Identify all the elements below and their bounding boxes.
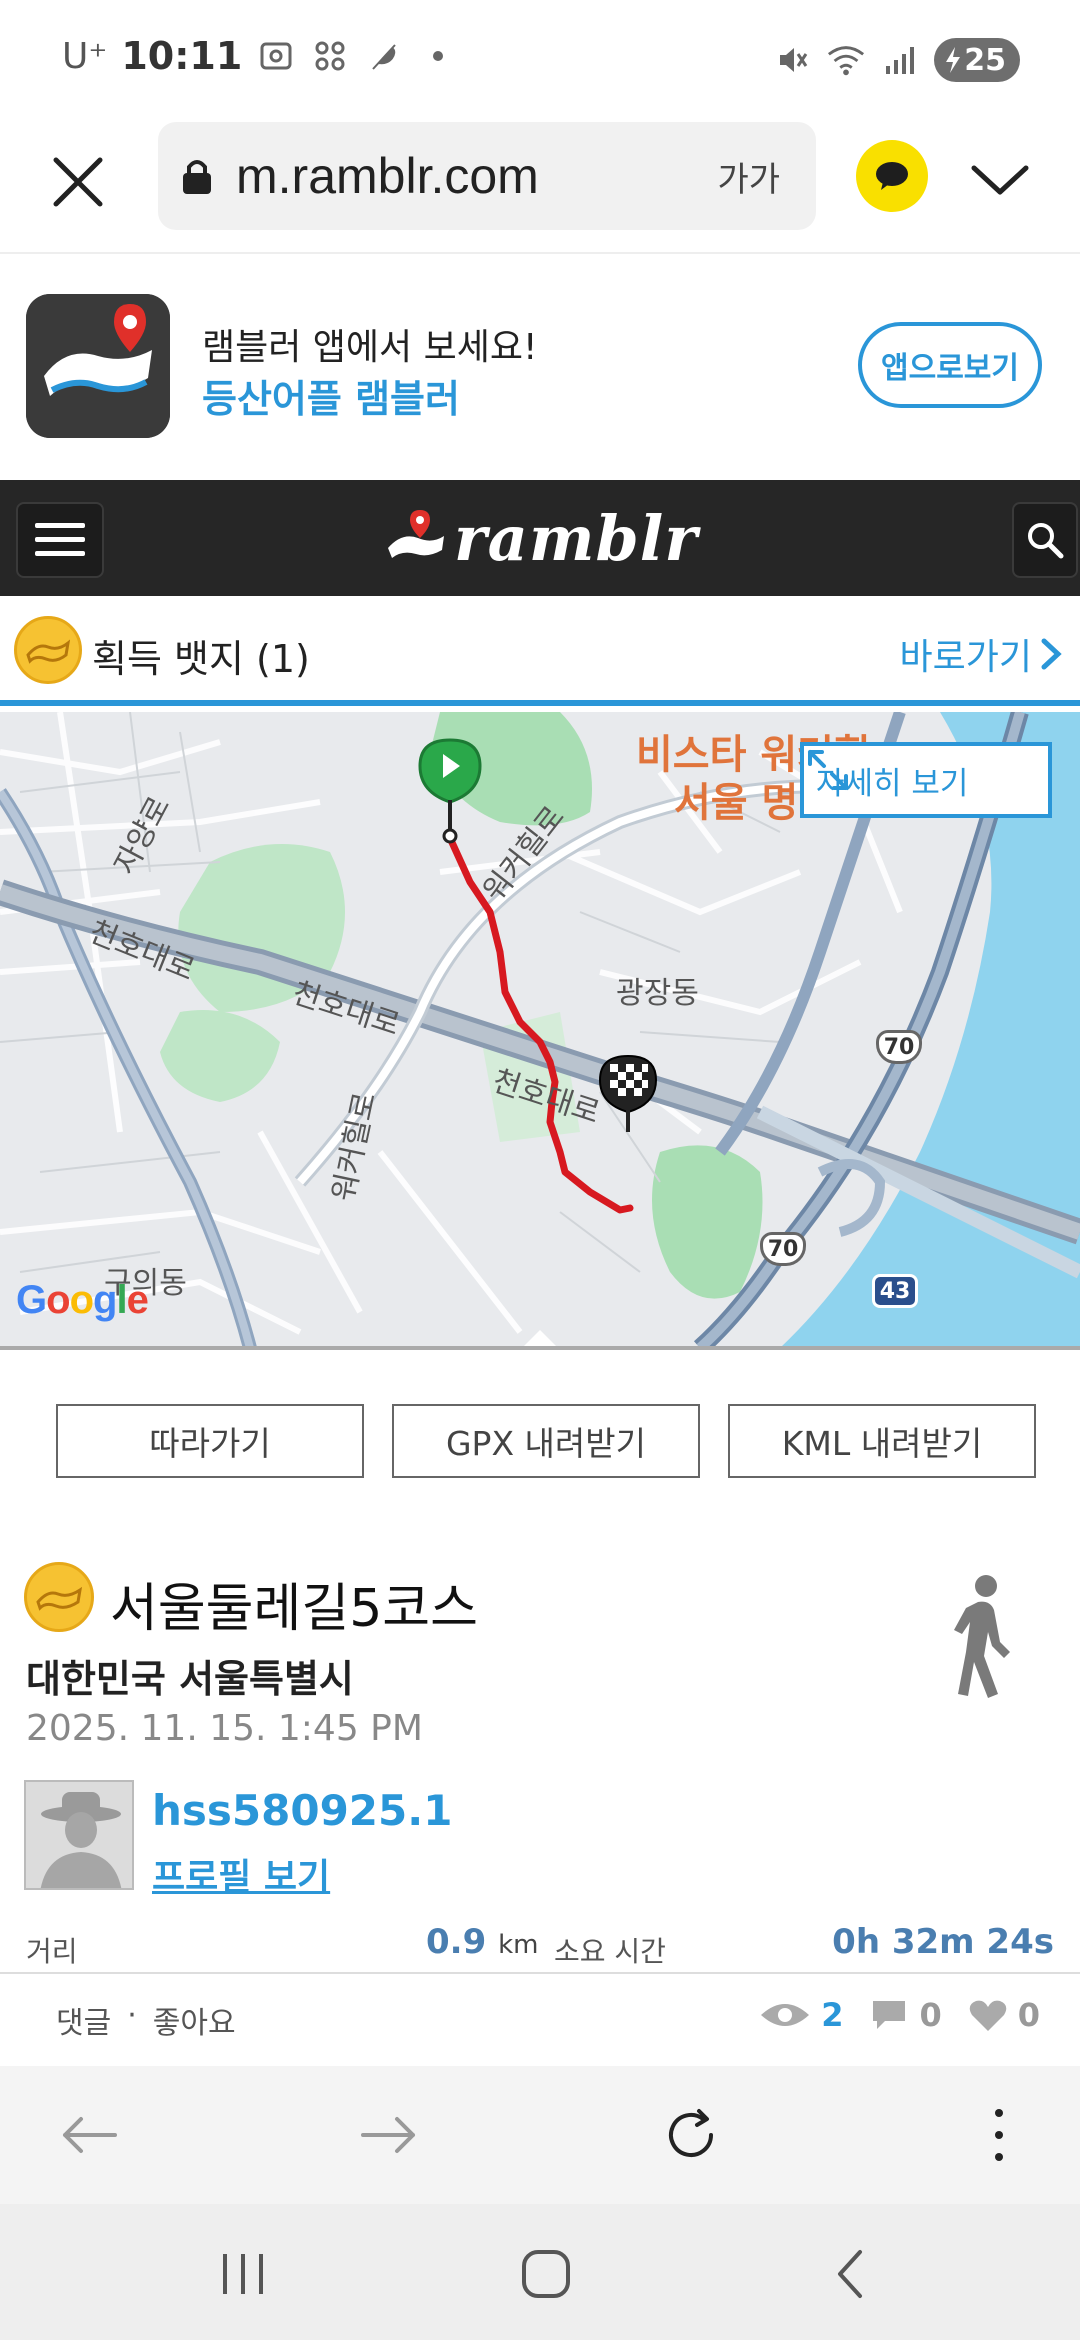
trip-info: 서울둘레길5코스 대한민국 서울특별시 2025. 11. 15. 1:45 P… (0, 1532, 1080, 1972)
feather-icon (364, 36, 404, 76)
route-map[interactable]: 비스타 워커힐 서울 명 자양로 천호대로 천호대로 천호대로 워커힐로 워커힐… (0, 712, 1080, 1348)
forward-button[interactable] (354, 2100, 424, 2170)
home-button[interactable] (516, 2244, 576, 2304)
map-area-label: 광장동 (616, 976, 699, 1011)
kml-download-button[interactable]: KML 내려받기 (728, 1404, 1036, 1478)
route-shield: 70 (876, 1030, 922, 1064)
chevron-right-icon (1041, 638, 1062, 670)
route-shield: 43 (872, 1274, 918, 1308)
badge-shortcut-label: 바로가기 (899, 637, 1032, 678)
comment-count: 0 (919, 1996, 942, 2034)
trip-location: 대한민국 서울특별시 (26, 1657, 354, 1701)
walking-icon (954, 1575, 1010, 1698)
promo-subtitle: 등산어플 램블러 (202, 377, 460, 421)
ramblr-app-icon (26, 294, 170, 438)
battery-level: 25 (964, 42, 1006, 78)
system-back-button[interactable] (820, 2244, 880, 2304)
arrow-left-icon (63, 2117, 117, 2153)
kakao-talk-button[interactable] (856, 140, 928, 212)
route-shield: 70 (760, 1232, 806, 1266)
battery-indicator: 25 (934, 38, 1020, 82)
map-detail-button[interactable]: 자세히 보기 (800, 742, 1052, 818)
distance-value: 0.9 km (426, 1922, 538, 1962)
follow-button[interactable]: 따라가기 (56, 1404, 364, 1478)
like-count: 0 (1017, 1996, 1040, 2034)
system-nav-bar (0, 2204, 1080, 2340)
badge-row: 획득 뱃지 (1) 바로가기 (0, 598, 1080, 706)
clock: 10:11 (121, 34, 243, 78)
site-header: ramblr (0, 480, 1080, 596)
address-bar[interactable]: m.ramblr.com 가가 (158, 122, 816, 230)
search-button[interactable] (1012, 502, 1078, 578)
heart-icon[interactable] (968, 1997, 1008, 2033)
eye-icon (761, 2004, 810, 2026)
comment-icon (873, 2001, 906, 2029)
browser-nav-bar (0, 2066, 1080, 2204)
close-tab-button[interactable] (46, 150, 110, 214)
signal-icon (880, 40, 920, 80)
badge-shortcut-link[interactable]: 바로가기 (900, 628, 1062, 680)
recent-apps-icon (223, 2254, 263, 2294)
map-poi-label: 서울 명 (674, 780, 799, 826)
logo-text: ramblr (454, 501, 699, 575)
ramblr-logo-icon (388, 510, 444, 558)
distance-label: 거리 (26, 1935, 78, 1968)
notification-dot-icon (418, 36, 458, 76)
arrow-right-icon (361, 2117, 415, 2153)
expand-toolbar-button[interactable] (968, 148, 1032, 212)
trip-title: 서울둘레길5코스 (110, 1579, 478, 1639)
expand-arrows-icon (808, 750, 848, 790)
mute-icon (772, 40, 812, 80)
promo-title: 램블러 앱에서 보세요! (202, 327, 538, 368)
recent-apps-button[interactable] (214, 2244, 274, 2304)
distance-number: 0.9 (426, 1922, 487, 1962)
hamburger-icon (35, 523, 85, 556)
carrier-label: U⁺ (62, 35, 108, 77)
url-text: m.ramblr.com (236, 148, 539, 204)
status-bar: U⁺ 10:11 25 (0, 0, 1080, 120)
reload-button[interactable] (656, 2100, 726, 2170)
browser-toolbar: m.ramblr.com 가가 (0, 120, 1080, 254)
social-bar: 댓글 · 좋아요 2 0 0 (0, 1972, 1080, 2066)
charging-icon (946, 47, 961, 73)
separator: · (127, 1998, 137, 2033)
close-icon (53, 157, 103, 207)
app-grid-icon (310, 36, 350, 76)
google-logo: Google (16, 1278, 149, 1322)
trip-badge-icon (24, 1562, 94, 1632)
badge-count-label: 획득 뱃지 (1) (92, 637, 310, 681)
user-avatar[interactable] (24, 1780, 134, 1890)
download-actions: 따라가기 GPX 내려받기 KML 내려받기 (0, 1350, 1080, 1532)
chat-bubble-icon (876, 162, 908, 190)
comments-tab[interactable]: 댓글 (56, 1998, 111, 2042)
search-icon (1028, 523, 1064, 559)
back-chevron-icon (838, 2250, 862, 2298)
view-count: 2 (821, 1996, 844, 2034)
menu-button[interactable] (16, 502, 104, 578)
duration-value: 0h 32m 24s (832, 1922, 1054, 1962)
site-logo[interactable]: ramblr (384, 498, 698, 578)
more-vertical-icon (995, 2109, 1003, 2161)
app-promo-banner: 램블러 앱에서 보세요! 등산어플 램블러 앱으로보기 (0, 256, 1080, 480)
duration-label: 소요 시간 (554, 1935, 666, 1968)
text-size-button[interactable]: 가가 (717, 152, 780, 201)
chevron-down-icon (971, 165, 1029, 195)
profile-link[interactable]: 프로필 보기 (152, 1848, 330, 1900)
badge-medal-icon (14, 616, 82, 684)
distance-unit: km (498, 1930, 539, 1960)
likes-tab[interactable]: 좋아요 (153, 1998, 236, 2042)
open-in-app-button[interactable]: 앱으로보기 (858, 322, 1042, 408)
gpx-download-button[interactable]: GPX 내려받기 (392, 1404, 700, 1478)
username-link[interactable]: hss580925.1 (152, 1786, 452, 1835)
trip-date: 2025. 11. 15. 1:45 PM (26, 1708, 423, 1749)
more-options-button[interactable] (964, 2100, 1034, 2170)
wifi-icon (826, 40, 866, 80)
lock-icon (183, 160, 211, 194)
screenshot-icon (256, 36, 296, 76)
reload-icon (669, 2109, 713, 2157)
home-icon (522, 2250, 570, 2298)
back-button[interactable] (54, 2100, 124, 2170)
